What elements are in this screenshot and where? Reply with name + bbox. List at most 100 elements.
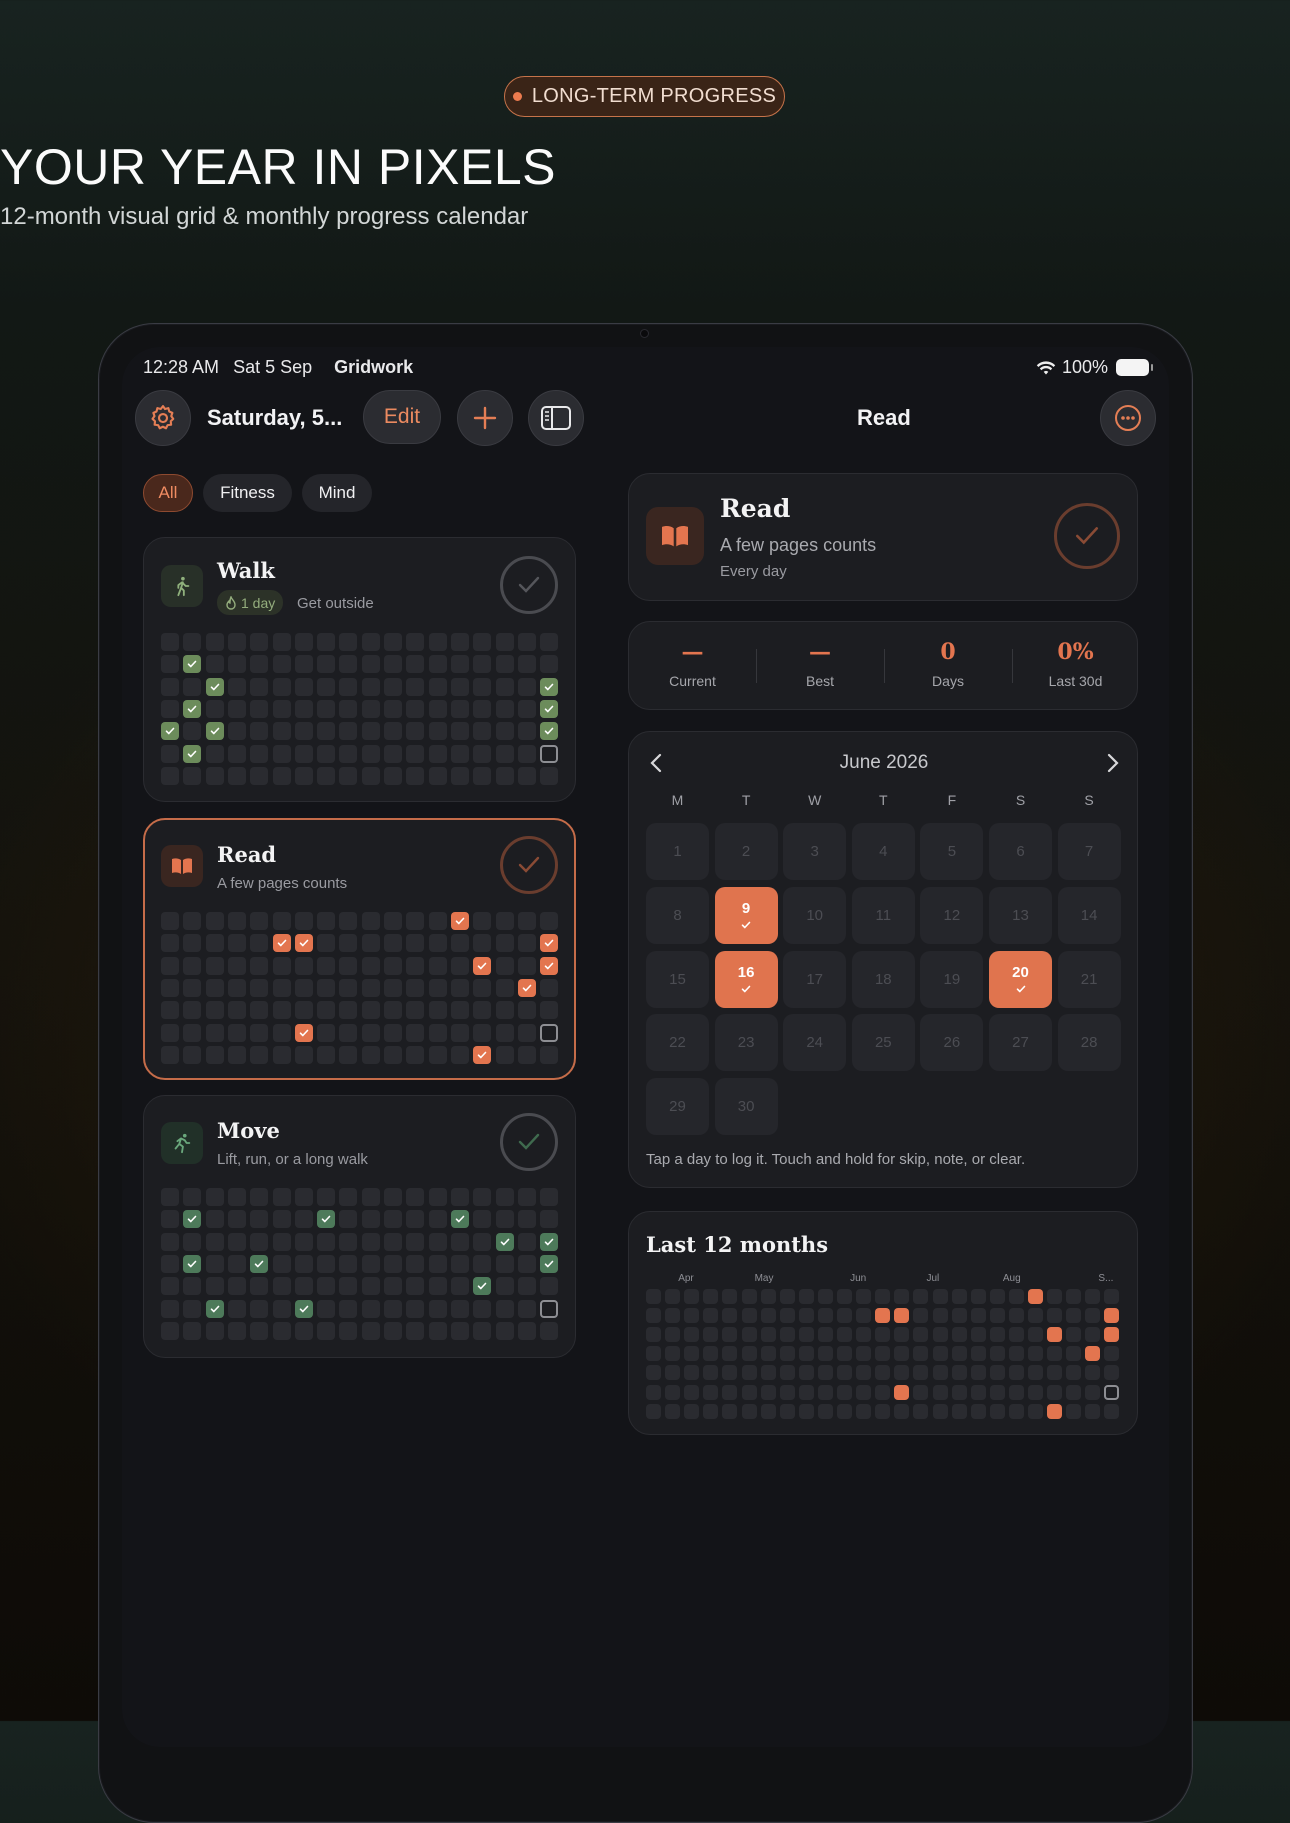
day-number: 18 (874, 970, 892, 988)
calendar-day[interactable]: 18 (851, 950, 915, 1008)
grid-cell-done (540, 722, 559, 741)
calendar-day-completed[interactable]: 16 (714, 950, 778, 1008)
grid-cell (339, 699, 358, 718)
calendar-day-completed[interactable]: 20 (989, 950, 1052, 1008)
grid-cell (250, 934, 269, 953)
complete-today-button[interactable] (1054, 503, 1120, 569)
complete-today-button[interactable] (500, 1113, 558, 1171)
grid-cell (250, 722, 269, 741)
calendar-day[interactable]: 24 (783, 1014, 847, 1072)
calendar-day[interactable]: 13 (989, 886, 1052, 944)
calendar-day[interactable]: 26 (920, 1014, 984, 1072)
grid-cell-done (250, 1254, 269, 1273)
detail-habit-subtitle: A few pages counts (720, 535, 877, 555)
calendar-day[interactable]: 10 (783, 886, 847, 944)
grid-cell (339, 912, 358, 930)
edit-button[interactable]: Edit (363, 390, 441, 444)
grid-cell (517, 1210, 536, 1229)
grid-cell (1008, 1308, 1024, 1324)
next-month-button[interactable] (1098, 748, 1128, 778)
habit-card-read[interactable]: Read A few pages counts (143, 818, 576, 1080)
calendar-day[interactable]: 2 (714, 823, 778, 880)
grid-cell (339, 1299, 358, 1318)
habit-card-walk[interactable]: Walk 1 day Get outside (143, 537, 576, 802)
grid-cell (250, 1277, 269, 1296)
filter-chip-fitness[interactable]: Fitness (203, 474, 292, 512)
calendar-day[interactable]: 25 (851, 1014, 915, 1072)
calendar-day[interactable]: 17 (783, 950, 847, 1008)
calendar-day[interactable]: 7 (1057, 823, 1121, 880)
grid-cell (741, 1365, 757, 1381)
grid-cell (361, 978, 380, 997)
calendar-day-completed[interactable]: 9 (714, 886, 778, 944)
grid-cell-done (1047, 1327, 1063, 1343)
grid-cell (384, 1277, 402, 1296)
calendar-day[interactable]: 8 (646, 886, 709, 944)
grid-cell (495, 978, 514, 997)
grid-cell (406, 1254, 425, 1273)
grid-cell (339, 1001, 358, 1020)
grid-cell (250, 1001, 269, 1020)
grid-cell-done (1104, 1327, 1120, 1343)
filter-chip-all[interactable]: All (143, 474, 193, 512)
grid-cell (495, 956, 514, 975)
more-options-button[interactable] (1100, 390, 1156, 446)
calendar-day[interactable]: 29 (646, 1078, 709, 1136)
grid-cell (317, 1023, 336, 1042)
calendar-day[interactable]: 12 (920, 886, 984, 944)
grid-cell (760, 1365, 776, 1381)
grid-cell (517, 677, 536, 696)
calendar-day[interactable]: 23 (714, 1014, 778, 1072)
grid-cell (227, 1232, 246, 1251)
grid-cell (406, 1045, 425, 1064)
grid-cell (384, 956, 402, 975)
calendar-day[interactable]: 4 (851, 823, 915, 880)
grid-cell (540, 978, 559, 997)
calendar-day[interactable]: 30 (714, 1078, 778, 1136)
grid-cell (250, 1188, 269, 1206)
grid-cell (183, 1277, 202, 1296)
grid-cell (317, 655, 336, 674)
calendar-day[interactable]: 3 (783, 823, 847, 880)
grid-cell (272, 912, 291, 930)
grid-cell (227, 978, 246, 997)
calendar-day[interactable]: 1 (646, 823, 709, 880)
calendar-day[interactable]: 27 (989, 1014, 1052, 1072)
calendar-day[interactable]: 11 (851, 886, 915, 944)
grid-cell (205, 934, 224, 953)
calendar-day[interactable]: 22 (646, 1014, 709, 1072)
filter-chip-mind[interactable]: Mind (302, 474, 372, 512)
grid-cell (646, 1403, 661, 1419)
calendar-day[interactable]: 5 (920, 823, 984, 880)
settings-button[interactable] (135, 390, 191, 446)
grid-cell (161, 677, 179, 696)
complete-today-button[interactable] (500, 836, 558, 894)
complete-today-button[interactable] (500, 556, 558, 614)
grid-cell (495, 912, 514, 930)
grid-cell (250, 1321, 269, 1340)
sidebar-toggle-button[interactable] (528, 390, 584, 446)
pill-dot-icon (512, 92, 522, 101)
calendar-day[interactable]: 19 (920, 950, 984, 1008)
grid-cell (250, 1023, 269, 1042)
detail-habit-name: Read (720, 494, 791, 523)
grid-cell (894, 1289, 910, 1304)
grid-cell (317, 1321, 336, 1340)
grid-cell (517, 1045, 536, 1064)
calendar-day[interactable]: 28 (1057, 1014, 1121, 1072)
calendar-day[interactable]: 14 (1057, 886, 1121, 944)
add-habit-button[interactable] (457, 390, 513, 446)
grid-cell (272, 766, 291, 785)
grid-cell (1047, 1384, 1063, 1400)
calendar-day[interactable]: 21 (1057, 950, 1121, 1008)
calendar-day[interactable]: 15 (646, 950, 709, 1008)
grid-cell (760, 1308, 776, 1324)
calendar-day[interactable]: 6 (989, 823, 1052, 880)
grid-cell (161, 1210, 179, 1229)
grid-cell (703, 1384, 719, 1400)
grid-cell (272, 1232, 291, 1251)
grid-cell (161, 1001, 179, 1020)
grid-cell (317, 1188, 336, 1206)
grid-cell (837, 1403, 852, 1419)
habit-card-move[interactable]: Move Lift, run, or a long walk (143, 1095, 576, 1358)
